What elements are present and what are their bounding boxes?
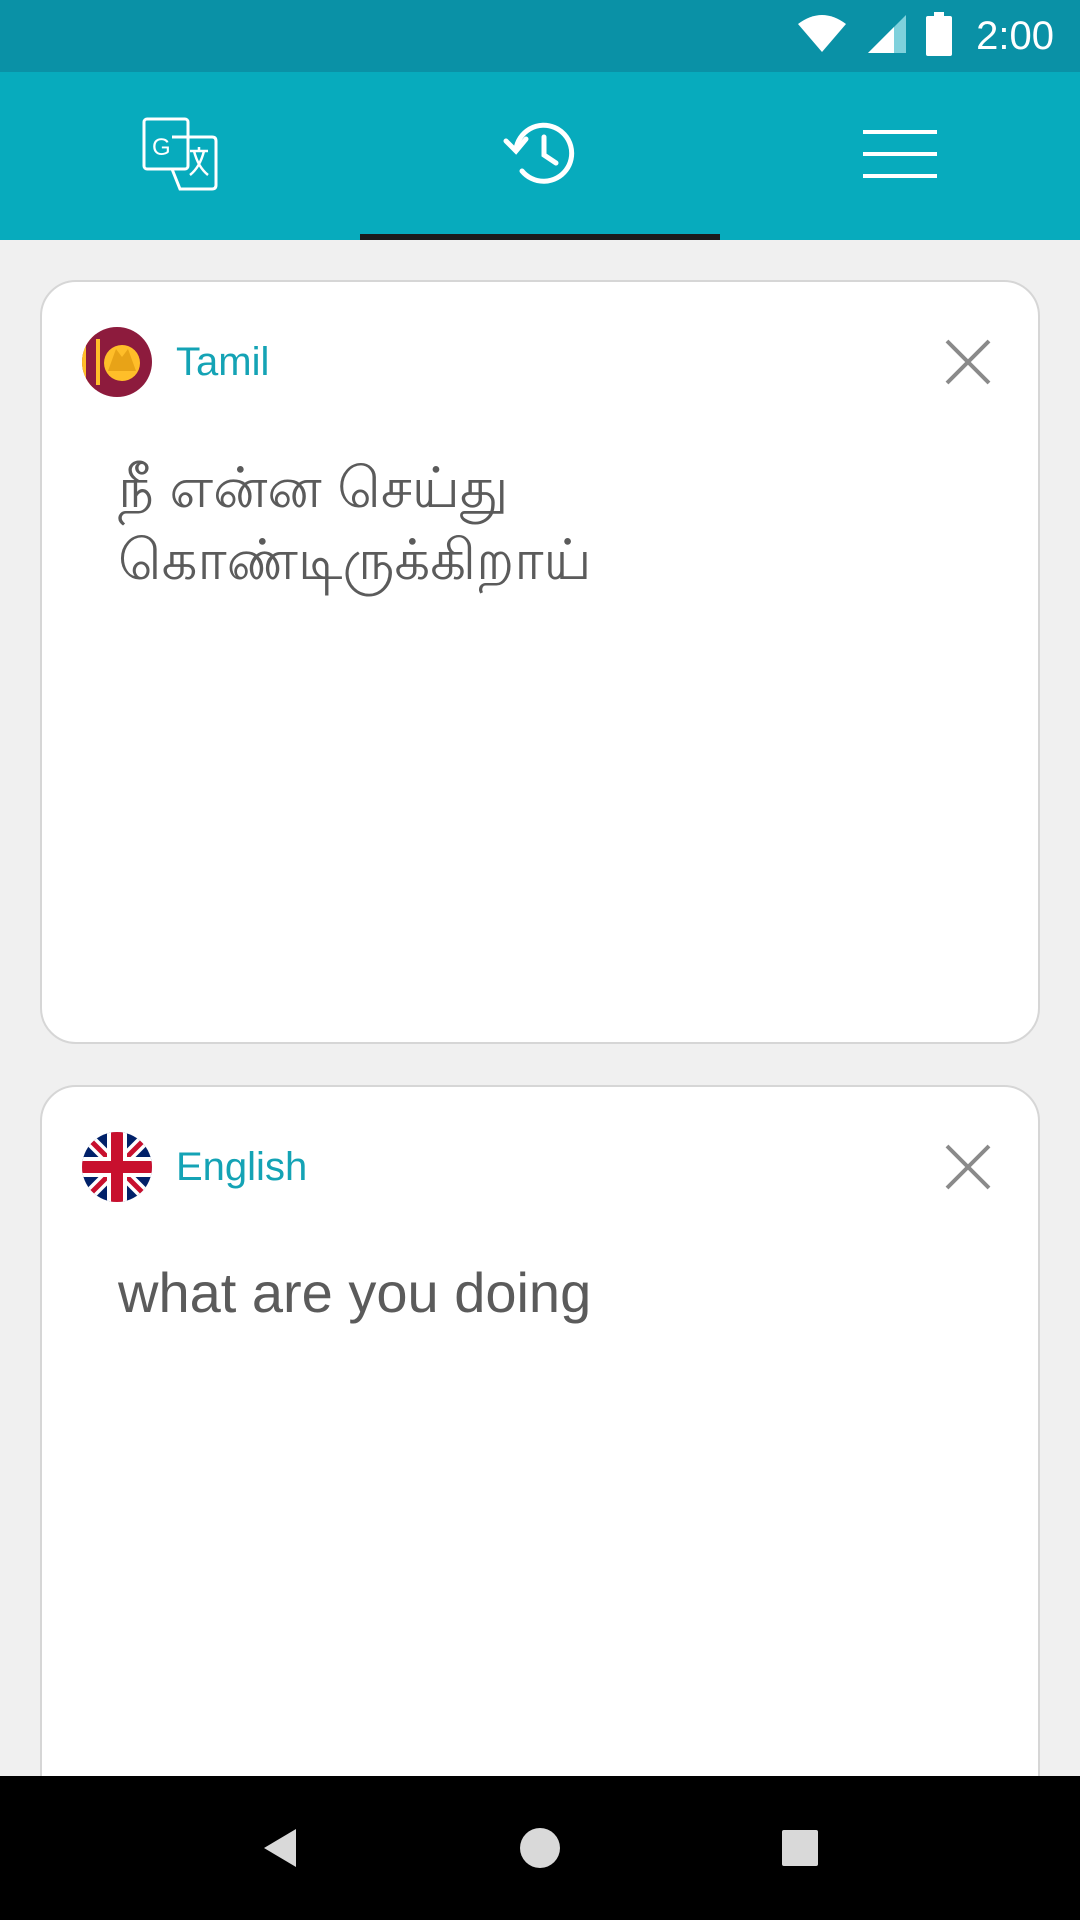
source-close-button[interactable]: [938, 332, 998, 392]
source-text: நீ என்ன செய்து கொண்டிருக்கிறாய்: [118, 456, 592, 591]
target-close-button[interactable]: [938, 1137, 998, 1197]
source-card[interactable]: Tamil நீ என்ன செய்து கொண்டிருக்கிறாய்: [40, 280, 1040, 1044]
battery-icon: [926, 12, 953, 60]
target-card-header: English: [82, 1131, 998, 1203]
source-language-label[interactable]: Tamil: [176, 340, 269, 385]
close-icon: [945, 1144, 991, 1190]
nav-recents-button[interactable]: [760, 1808, 840, 1888]
target-text: what are you doing: [118, 1261, 592, 1324]
status-time: 2:00: [976, 13, 1054, 58]
system-nav-bar: [0, 1776, 1080, 1920]
source-card-header: Tamil: [82, 326, 998, 398]
target-language-label[interactable]: English: [176, 1145, 307, 1190]
cell-signal-icon: [866, 13, 908, 59]
translate-icon: G: [142, 117, 218, 195]
back-icon: [264, 1829, 296, 1867]
nav-back-button[interactable]: [240, 1808, 320, 1888]
svg-text:G: G: [152, 134, 171, 161]
menu-icon: [863, 128, 937, 184]
wifi-icon: [796, 14, 848, 58]
tab-menu[interactable]: [720, 72, 1080, 240]
nav-home-button[interactable]: [500, 1808, 580, 1888]
sri-lanka-flag-icon: [82, 327, 152, 397]
tab-translate[interactable]: G: [0, 72, 360, 240]
status-bar: 2:00: [0, 0, 1080, 72]
recents-icon: [782, 1830, 818, 1866]
uk-flag-icon: [82, 1132, 152, 1202]
tab-history[interactable]: [360, 72, 720, 240]
history-icon: [502, 119, 578, 193]
close-icon: [945, 339, 991, 385]
home-icon: [520, 1828, 560, 1868]
tab-bar: G: [0, 72, 1080, 240]
translation-history: Tamil நீ என்ன செய்து கொண்டிருக்கிறாய் En…: [0, 240, 1080, 1776]
target-card[interactable]: English what are you doing: [40, 1085, 1040, 1776]
